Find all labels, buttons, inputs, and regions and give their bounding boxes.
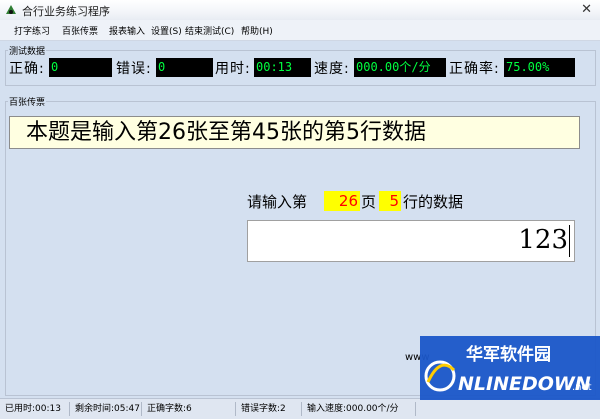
page-number: 26 [324, 191, 360, 211]
speed-value: 000.00个/分 [354, 58, 446, 77]
svg-text:NLINEDOWN: NLINEDOWN [458, 373, 591, 395]
menu-hundred-vouchers[interactable]: 百张传票 [62, 24, 98, 37]
answer-input[interactable]: 123 [247, 220, 575, 262]
row-number: 5 [379, 191, 401, 211]
menu-bar: 打字练习 百张传票 报表输入 设置(S) 结束测试(C) 帮助(H) [0, 20, 600, 41]
onlinedown-watermark-logo: 华军软件园 NLINEDOWN .net [420, 336, 600, 400]
correct-value: 0 [49, 58, 112, 77]
prompt-prefix: 请输入第 [247, 193, 308, 211]
menu-end-test[interactable]: 结束测试(C) [185, 24, 234, 37]
menu-typing-practice[interactable]: 打字练习 [14, 24, 50, 37]
error-label: 错误: [116, 61, 152, 77]
menu-settings[interactable]: 设置(S) [151, 24, 182, 37]
correct-label: 正确: [9, 61, 45, 77]
accuracy-label: 正确率: [449, 61, 500, 77]
status-error-chars: 错误字数:2 [238, 402, 302, 416]
error-value: 0 [156, 58, 213, 77]
status-speed: 输入速度:000.00个/分 [304, 402, 416, 416]
title-bar: 合行业务练习程序 ✕ [0, 0, 600, 21]
time-value: 00:13 [254, 58, 311, 77]
accuracy-value: 75.00% [504, 58, 575, 77]
time-label: 用时: [215, 61, 251, 77]
text-caret [569, 225, 570, 257]
svg-text:.net: .net [572, 382, 592, 393]
status-elapsed: 已用时:00:13 [2, 402, 70, 416]
status-bar: 已用时:00:13 剩余时间:05:47 正确字数:6 错误字数:2 输入速度:… [0, 398, 600, 419]
menu-help[interactable]: 帮助(H) [241, 24, 273, 37]
voucher-group-label: 百张传票 [8, 95, 47, 108]
question-banner: 本题是输入第26张至第45张的第5行数据 [9, 116, 580, 149]
prompt-suffix: 行的数据 [403, 193, 464, 211]
status-correct-chars: 正确字数:6 [144, 402, 236, 416]
status-remaining: 剩余时间:05:47 [72, 402, 142, 416]
window-title: 合行业务练习程序 [22, 5, 110, 18]
app-icon [6, 5, 16, 14]
test-data-label: 测试数据 [8, 44, 47, 57]
speed-label: 速度: [314, 61, 350, 77]
menu-report-input[interactable]: 报表输入 [109, 24, 145, 37]
close-button[interactable]: ✕ [581, 2, 592, 17]
app-window: 合行业务练习程序 ✕ 打字练习 百张传票 报表输入 设置(S) 结束测试(C) … [0, 0, 600, 419]
page-unit: 页 [361, 193, 377, 211]
svg-text:华军软件园: 华军软件园 [466, 344, 551, 365]
answer-text: 123 [518, 225, 568, 255]
